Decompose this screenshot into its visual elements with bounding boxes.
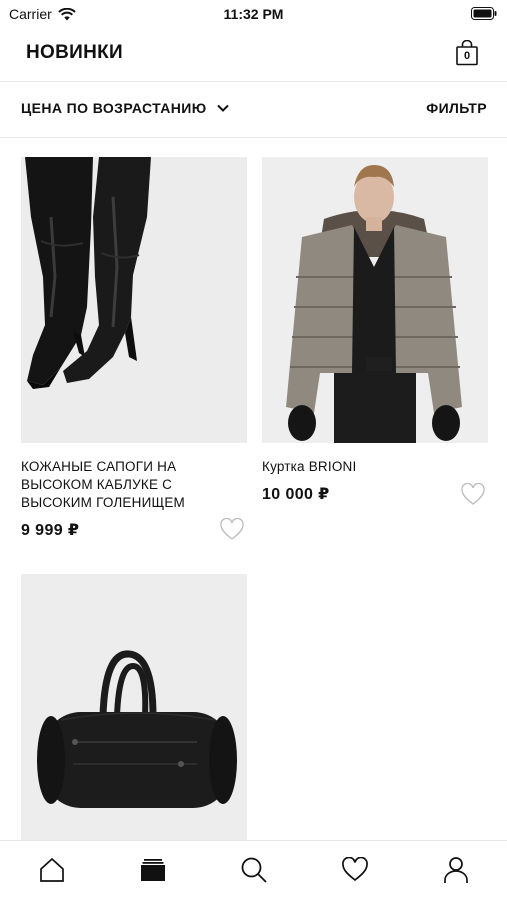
tab-bar: [0, 840, 507, 900]
product-name: КОЖАНЫЕ САПОГИ НА ВЫСОКОМ КАБЛУКЕ С ВЫСО…: [21, 459, 185, 510]
catalog-icon: [141, 859, 165, 881]
toolbar: ЦЕНА ПО ВОЗРАСТАНИЮ ФИЛЬТР: [0, 82, 507, 138]
product-card[interactable]: Куртка BRIONI 10 000 ₽: [262, 157, 488, 507]
product-name: Куртка BRIONI: [262, 459, 357, 474]
shopping-bag-button[interactable]: 0: [456, 40, 480, 66]
search-icon: [241, 857, 267, 883]
product-price: 10 000 ₽: [262, 486, 330, 503]
tab-search[interactable]: [239, 855, 269, 885]
tab-catalog[interactable]: [138, 855, 168, 885]
product-card[interactable]: [21, 574, 247, 840]
sort-dropdown[interactable]: ЦЕНА ПО ВОЗРАСТАНИЮ: [21, 100, 229, 116]
product-image-jacket[interactable]: [262, 157, 488, 443]
product-card[interactable]: КОЖАНЫЕ САПОГИ НА ВЫСОКОМ КАБЛУКЕ С ВЫСО…: [21, 157, 247, 540]
duffel-bag-image: [21, 574, 247, 840]
page-title: НОВИНКИ: [26, 42, 123, 63]
bag-count-badge: 0: [463, 50, 471, 62]
profile-icon: [444, 857, 468, 883]
jacket-image: [262, 157, 488, 443]
heart-icon: [342, 857, 368, 882]
heart-icon[interactable]: [460, 483, 486, 507]
header: НОВИНКИ 0: [0, 28, 507, 82]
tab-favorites[interactable]: [340, 855, 370, 885]
heart-icon[interactable]: [219, 518, 245, 542]
product-image-bag[interactable]: [21, 574, 247, 840]
battery-icon: [471, 7, 497, 20]
sort-label: ЦЕНА ПО ВОЗРАСТАНИЮ: [21, 100, 207, 116]
home-icon: [40, 857, 64, 882]
filter-button[interactable]: ФИЛЬТР: [426, 100, 487, 116]
boots-image: [21, 157, 247, 443]
product-price: 9 999 ₽: [21, 522, 80, 539]
chevron-down-icon: [216, 104, 229, 112]
product-image-boots[interactable]: [21, 157, 247, 443]
status-time: 11:32 PM: [223, 6, 284, 22]
status-bar: Carrier 11:32 PM: [0, 0, 507, 28]
tab-profile[interactable]: [441, 855, 471, 885]
tab-home[interactable]: [37, 855, 67, 885]
